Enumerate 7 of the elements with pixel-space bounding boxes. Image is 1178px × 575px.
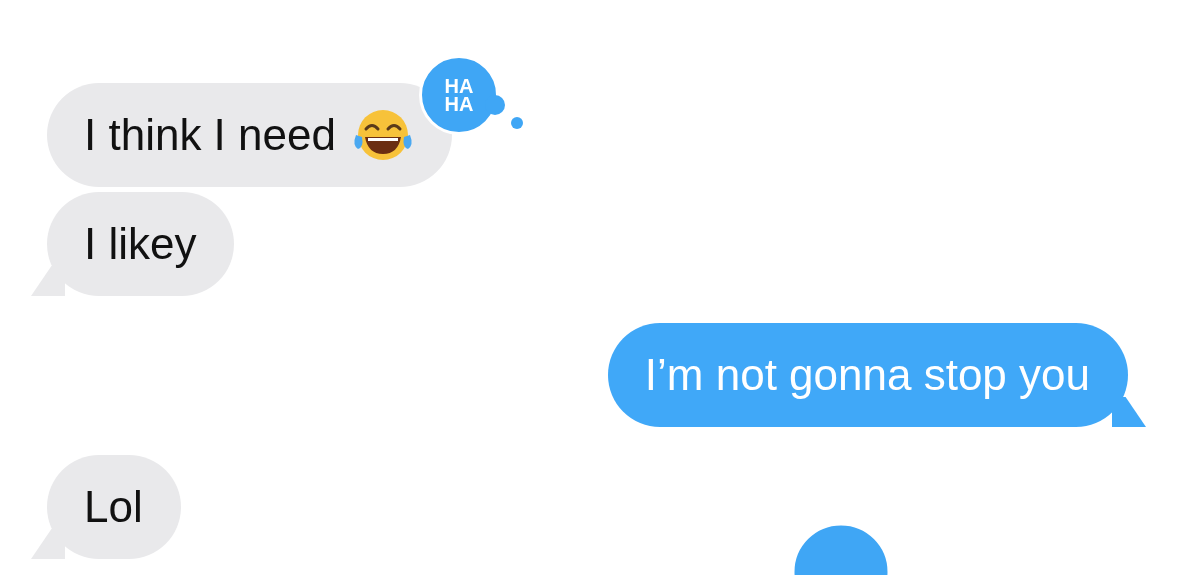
tapback-text: HA	[444, 77, 474, 95]
message-text: Lol	[84, 482, 143, 532]
laughing-emoji-icon	[351, 107, 414, 163]
message-text: I likey	[84, 219, 197, 269]
tapback-text: HA	[444, 95, 474, 113]
message-text: I’m not gonna stop you	[644, 350, 1090, 400]
message-text: I think I need	[84, 110, 336, 160]
